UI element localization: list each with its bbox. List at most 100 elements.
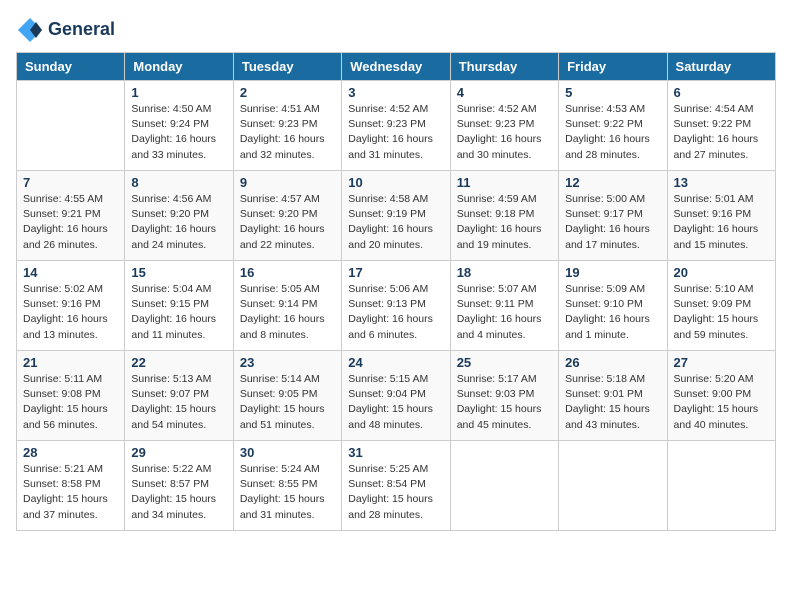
day-cell: 18 Sunrise: 5:07 AM Sunset: 9:11 PM Dayli… (450, 261, 558, 351)
day-info: Sunrise: 4:55 AM Sunset: 9:21 PM Dayligh… (23, 192, 118, 253)
day-info: Sunrise: 5:00 AM Sunset: 9:17 PM Dayligh… (565, 192, 660, 253)
header-cell-sunday: Sunday (17, 53, 125, 81)
day-number: 5 (565, 85, 660, 100)
day-cell: 20 Sunrise: 5:10 AM Sunset: 9:09 PM Dayli… (667, 261, 775, 351)
day-cell: 1Sunrise: 4:50 AM Sunset: 9:24 PM Daylig… (125, 81, 233, 171)
day-cell (559, 441, 667, 531)
day-number: 4 (457, 85, 552, 100)
calendar-header: SundayMondayTuesdayWednesdayThursdayFrid… (17, 53, 776, 81)
day-number: 28 (23, 445, 118, 460)
day-info: Sunrise: 5:09 AM Sunset: 9:10 PM Dayligh… (565, 282, 660, 343)
day-cell: 7 Sunrise: 4:55 AM Sunset: 9:21 PM Daylig… (17, 171, 125, 261)
day-cell: 9Sunrise: 4:57 AM Sunset: 9:20 PM Daylig… (233, 171, 341, 261)
week-row-2: 7 Sunrise: 4:55 AM Sunset: 9:21 PM Daylig… (17, 171, 776, 261)
day-info: Sunrise: 4:52 AM Sunset: 9:23 PM Dayligh… (348, 102, 443, 163)
day-cell: 19 Sunrise: 5:09 AM Sunset: 9:10 PM Dayli… (559, 261, 667, 351)
day-cell: 24Sunrise: 5:15 AM Sunset: 9:04 PM Dayli… (342, 351, 450, 441)
week-row-3: 14Sunrise: 5:02 AM Sunset: 9:16 PM Dayli… (17, 261, 776, 351)
day-info: Sunrise: 5:10 AM Sunset: 9:09 PM Dayligh… (674, 282, 769, 343)
day-cell: 22 Sunrise: 5:13 AM Sunset: 9:07 PM Dayli… (125, 351, 233, 441)
day-cell: 29 Sunrise: 5:22 AM Sunset: 8:57 PM Dayli… (125, 441, 233, 531)
day-number: 15 (131, 265, 226, 280)
day-info: Sunrise: 4:58 AM Sunset: 9:19 PM Dayligh… (348, 192, 443, 253)
day-info: Sunrise: 4:51 AM Sunset: 9:23 PM Dayligh… (240, 102, 335, 163)
logo-text: General (48, 20, 115, 40)
calendar-table: SundayMondayTuesdayWednesdayThursdayFrid… (16, 52, 776, 531)
day-cell: 15 Sunrise: 5:04 AM Sunset: 9:15 PM Dayli… (125, 261, 233, 351)
day-info: Sunrise: 5:14 AM Sunset: 9:05 PM Dayligh… (240, 372, 335, 433)
day-info: Sunrise: 5:07 AM Sunset: 9:11 PM Dayligh… (457, 282, 552, 343)
day-number: 11 (457, 175, 552, 190)
logo-icon (16, 16, 44, 44)
week-row-1: 1Sunrise: 4:50 AM Sunset: 9:24 PM Daylig… (17, 81, 776, 171)
day-info: Sunrise: 5:15 AM Sunset: 9:04 PM Dayligh… (348, 372, 443, 433)
day-cell: 16Sunrise: 5:05 AM Sunset: 9:14 PM Dayli… (233, 261, 341, 351)
day-cell: 30Sunrise: 5:24 AM Sunset: 8:55 PM Dayli… (233, 441, 341, 531)
day-cell: 2 Sunrise: 4:51 AM Sunset: 9:23 PM Daylig… (233, 81, 341, 171)
day-info: Sunrise: 5:05 AM Sunset: 9:14 PM Dayligh… (240, 282, 335, 343)
day-cell: 14Sunrise: 5:02 AM Sunset: 9:16 PM Dayli… (17, 261, 125, 351)
day-info: Sunrise: 4:59 AM Sunset: 9:18 PM Dayligh… (457, 192, 552, 253)
header-cell-tuesday: Tuesday (233, 53, 341, 81)
day-info: Sunrise: 5:11 AM Sunset: 9:08 PM Dayligh… (23, 372, 118, 433)
week-row-5: 28 Sunrise: 5:21 AM Sunset: 8:58 PM Dayli… (17, 441, 776, 531)
day-number: 6 (674, 85, 769, 100)
day-cell (17, 81, 125, 171)
header-cell-monday: Monday (125, 53, 233, 81)
day-cell: 13Sunrise: 5:01 AM Sunset: 9:16 PM Dayli… (667, 171, 775, 261)
day-cell: 8Sunrise: 4:56 AM Sunset: 9:20 PM Daylig… (125, 171, 233, 261)
day-number: 19 (565, 265, 660, 280)
day-info: Sunrise: 5:04 AM Sunset: 9:15 PM Dayligh… (131, 282, 226, 343)
day-info: Sunrise: 4:53 AM Sunset: 9:22 PM Dayligh… (565, 102, 660, 163)
calendar-body: 1Sunrise: 4:50 AM Sunset: 9:24 PM Daylig… (17, 81, 776, 531)
day-info: Sunrise: 4:54 AM Sunset: 9:22 PM Dayligh… (674, 102, 769, 163)
day-number: 30 (240, 445, 335, 460)
day-number: 23 (240, 355, 335, 370)
day-cell (450, 441, 558, 531)
day-info: Sunrise: 5:21 AM Sunset: 8:58 PM Dayligh… (23, 462, 118, 523)
day-cell: 4 Sunrise: 4:52 AM Sunset: 9:23 PM Daylig… (450, 81, 558, 171)
day-cell: 10 Sunrise: 4:58 AM Sunset: 9:19 PM Dayli… (342, 171, 450, 261)
day-number: 20 (674, 265, 769, 280)
day-cell: 28 Sunrise: 5:21 AM Sunset: 8:58 PM Dayli… (17, 441, 125, 531)
header-cell-thursday: Thursday (450, 53, 558, 81)
day-info: Sunrise: 5:22 AM Sunset: 8:57 PM Dayligh… (131, 462, 226, 523)
day-cell: 3Sunrise: 4:52 AM Sunset: 9:23 PM Daylig… (342, 81, 450, 171)
day-cell: 26 Sunrise: 5:18 AM Sunset: 9:01 PM Dayli… (559, 351, 667, 441)
day-info: Sunrise: 5:13 AM Sunset: 9:07 PM Dayligh… (131, 372, 226, 433)
day-cell: 11 Sunrise: 4:59 AM Sunset: 9:18 PM Dayli… (450, 171, 558, 261)
day-number: 22 (131, 355, 226, 370)
day-number: 1 (131, 85, 226, 100)
day-cell: 25Sunrise: 5:17 AM Sunset: 9:03 PM Dayli… (450, 351, 558, 441)
day-info: Sunrise: 5:01 AM Sunset: 9:16 PM Dayligh… (674, 192, 769, 253)
day-cell: 12Sunrise: 5:00 AM Sunset: 9:17 PM Dayli… (559, 171, 667, 261)
day-number: 10 (348, 175, 443, 190)
day-cell: 31Sunrise: 5:25 AM Sunset: 8:54 PM Dayli… (342, 441, 450, 531)
day-number: 25 (457, 355, 552, 370)
day-number: 2 (240, 85, 335, 100)
day-info: Sunrise: 4:57 AM Sunset: 9:20 PM Dayligh… (240, 192, 335, 253)
header-cell-saturday: Saturday (667, 53, 775, 81)
day-info: Sunrise: 5:20 AM Sunset: 9:00 PM Dayligh… (674, 372, 769, 433)
day-cell: 27Sunrise: 5:20 AM Sunset: 9:00 PM Dayli… (667, 351, 775, 441)
day-cell: 23 Sunrise: 5:14 AM Sunset: 9:05 PM Dayli… (233, 351, 341, 441)
page-header: General (16, 16, 776, 44)
header-cell-wednesday: Wednesday (342, 53, 450, 81)
day-cell: 17 Sunrise: 5:06 AM Sunset: 9:13 PM Dayli… (342, 261, 450, 351)
day-number: 21 (23, 355, 118, 370)
week-row-4: 21 Sunrise: 5:11 AM Sunset: 9:08 PM Dayli… (17, 351, 776, 441)
day-number: 17 (348, 265, 443, 280)
day-number: 29 (131, 445, 226, 460)
day-info: Sunrise: 5:18 AM Sunset: 9:01 PM Dayligh… (565, 372, 660, 433)
day-info: Sunrise: 5:25 AM Sunset: 8:54 PM Dayligh… (348, 462, 443, 523)
day-cell: 5 Sunrise: 4:53 AM Sunset: 9:22 PM Daylig… (559, 81, 667, 171)
day-number: 18 (457, 265, 552, 280)
day-info: Sunrise: 5:02 AM Sunset: 9:16 PM Dayligh… (23, 282, 118, 343)
day-cell (667, 441, 775, 531)
day-info: Sunrise: 5:06 AM Sunset: 9:13 PM Dayligh… (348, 282, 443, 343)
day-number: 26 (565, 355, 660, 370)
day-number: 7 (23, 175, 118, 190)
day-cell: 6 Sunrise: 4:54 AM Sunset: 9:22 PM Daylig… (667, 81, 775, 171)
logo: General (16, 16, 115, 44)
day-info: Sunrise: 4:52 AM Sunset: 9:23 PM Dayligh… (457, 102, 552, 163)
